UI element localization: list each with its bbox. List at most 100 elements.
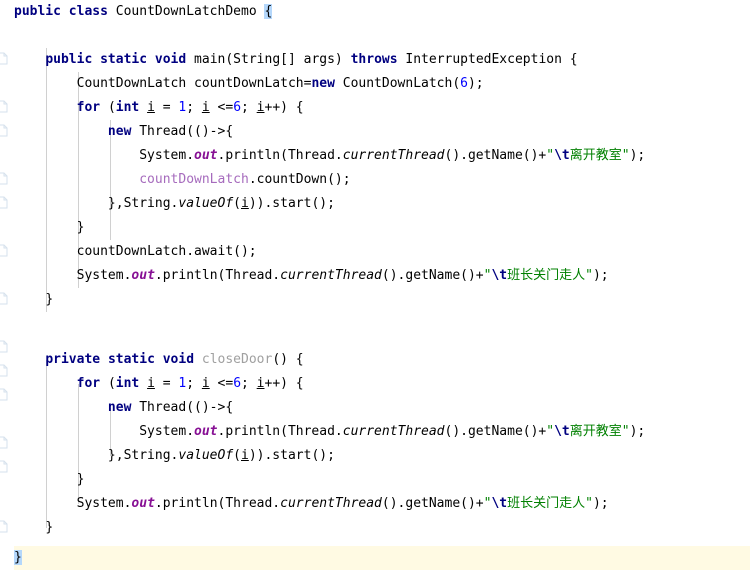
token-keyword: static — [107, 352, 155, 367]
editor-gutter[interactable] — [0, 0, 14, 578]
token-string: " — [621, 424, 630, 439]
token-punct: },String. — [107, 196, 179, 211]
code-line[interactable]: new Thread(()->{ — [0, 396, 750, 420]
code-fold-marker-icon[interactable] — [0, 196, 9, 209]
token-local-var: i — [201, 376, 210, 391]
code-line[interactable]: new Thread(()->{ — [0, 120, 750, 144]
code-fold-marker-icon[interactable] — [0, 436, 9, 449]
code-line[interactable]: System.out.println(Thread.currentThread(… — [0, 144, 750, 168]
token-local-var: i — [256, 376, 265, 391]
code-line[interactable]: System.out.println(Thread.currentThread(… — [0, 264, 750, 288]
token-punct: )).start(); — [248, 196, 335, 211]
token-string: " — [585, 268, 593, 283]
code-fold-marker-icon[interactable] — [0, 172, 9, 185]
token-escape-sequence: \t — [491, 268, 508, 283]
code-line[interactable]: public static void main(String[] args) t… — [0, 48, 750, 72]
code-fold-marker-icon[interactable] — [0, 292, 9, 305]
code-fold-marker-icon[interactable] — [0, 124, 9, 137]
code-fold-marker-icon[interactable] — [0, 520, 9, 533]
token-method-call: ().getName()+ — [444, 148, 547, 163]
token-method-name: main(String[] args) — [194, 52, 343, 67]
token-string: " — [621, 148, 630, 163]
token-number: 6 — [460, 76, 468, 91]
token-method-call: ().getName()+ — [381, 496, 484, 511]
token-keyword: public — [14, 4, 61, 19]
matching-brace-highlight: { — [264, 4, 273, 19]
token-punct: ; — [241, 100, 249, 115]
token-captured-var: countDownLatch — [139, 172, 249, 187]
token-type: System. — [139, 424, 195, 439]
token-type: CountDownLatch( — [342, 76, 461, 91]
token-static-field: out — [131, 496, 155, 511]
token-local-var: i — [241, 448, 249, 463]
token-escape-sequence: \t — [554, 148, 570, 163]
code-line[interactable]: CountDownLatch countDownLatch=new CountD… — [0, 72, 750, 96]
token-method-call: .println(Thread. — [154, 496, 281, 511]
token-string-cjk: 班长关门走人 — [507, 268, 586, 283]
token-keyword: for — [76, 100, 101, 115]
code-line[interactable]: public class CountDownLatchDemo { — [0, 0, 750, 24]
token-punct: ); — [467, 76, 484, 91]
token-static-method: currentThread — [280, 496, 382, 511]
token-string-cjk: 离开教室 — [569, 424, 622, 439]
token-keyword: int — [115, 376, 140, 391]
code-line[interactable]: } — [0, 216, 750, 240]
code-line[interactable]: } — [0, 468, 750, 492]
code-line[interactable]: private static void closeDoor() { — [0, 348, 750, 372]
token-keyword: int — [115, 100, 140, 115]
code-line[interactable] — [0, 312, 750, 336]
token-punct: } — [45, 520, 54, 535]
token-type: System. — [76, 268, 132, 283]
token-keyword: for — [76, 376, 101, 391]
code-line-current[interactable]: } — [0, 546, 750, 570]
code-line[interactable]: for (int i = 1; i <=6; i++) { — [0, 96, 750, 120]
token-punct: )).start(); — [248, 448, 335, 463]
token-static-method: valueOf — [178, 448, 234, 463]
token-static-method: currentThread — [342, 424, 445, 439]
token-keyword: static — [100, 52, 148, 67]
token-method-call: .println(Thread. — [217, 148, 343, 163]
code-line[interactable]: },String.valueOf(i)).start(); — [0, 192, 750, 216]
token-type: System. — [76, 496, 132, 511]
token-keyword: throws — [350, 52, 398, 67]
code-line[interactable] — [0, 24, 750, 48]
code-fold-marker-icon[interactable] — [0, 460, 9, 473]
code-line[interactable]: for (int i = 1; i <=6; i++) { — [0, 372, 750, 396]
token-keyword: new — [107, 124, 132, 139]
token-method-call: ().getName()+ — [381, 268, 484, 283]
code-fold-marker-icon[interactable] — [0, 340, 9, 353]
token-number: 6 — [233, 100, 242, 115]
code-line[interactable]: countDownLatch.await(); — [0, 240, 750, 264]
token-string-cjk: 班长关门走人 — [507, 496, 586, 511]
token-local-var: i — [147, 100, 155, 115]
code-line[interactable]: },String.valueOf(i)).start(); — [0, 444, 750, 468]
token-static-field: out — [131, 268, 155, 283]
code-fold-marker-icon[interactable] — [0, 52, 9, 65]
code-fold-marker-icon[interactable] — [0, 388, 9, 401]
token-operator: <= — [217, 100, 234, 115]
token-punct: ); — [592, 496, 609, 511]
code-line[interactable]: countDownLatch.countDown(); — [0, 168, 750, 192]
code-line[interactable]: System.out.println(Thread.currentThread(… — [0, 492, 750, 516]
code-content[interactable]: public class CountDownLatchDemo { public… — [0, 0, 750, 578]
code-fold-marker-icon[interactable] — [0, 364, 9, 377]
code-line[interactable]: } — [0, 516, 750, 540]
token-type: Thread(()->{ — [139, 400, 234, 415]
code-line[interactable]: System.out.println(Thread.currentThread(… — [0, 420, 750, 444]
token-string: " — [546, 148, 555, 163]
token-method-call: countDownLatch.await(); — [76, 244, 257, 259]
code-fold-marker-icon[interactable] — [0, 244, 9, 257]
token-type: InterruptedException { — [405, 52, 578, 67]
token-escape-sequence: \t — [554, 424, 570, 439]
code-fold-marker-icon[interactable] — [0, 100, 9, 113]
token-punct: ); — [629, 148, 646, 163]
token-keyword: private — [45, 352, 101, 367]
token-keyword: new — [311, 76, 335, 91]
token-punct: } — [76, 472, 85, 487]
code-line[interactable]: } — [0, 288, 750, 312]
code-editor[interactable]: public class CountDownLatchDemo { public… — [0, 0, 750, 578]
token-type: System. — [139, 148, 195, 163]
token-punct: ( — [233, 448, 241, 463]
token-keyword: new — [107, 400, 132, 415]
matching-brace-highlight: } — [14, 550, 22, 565]
